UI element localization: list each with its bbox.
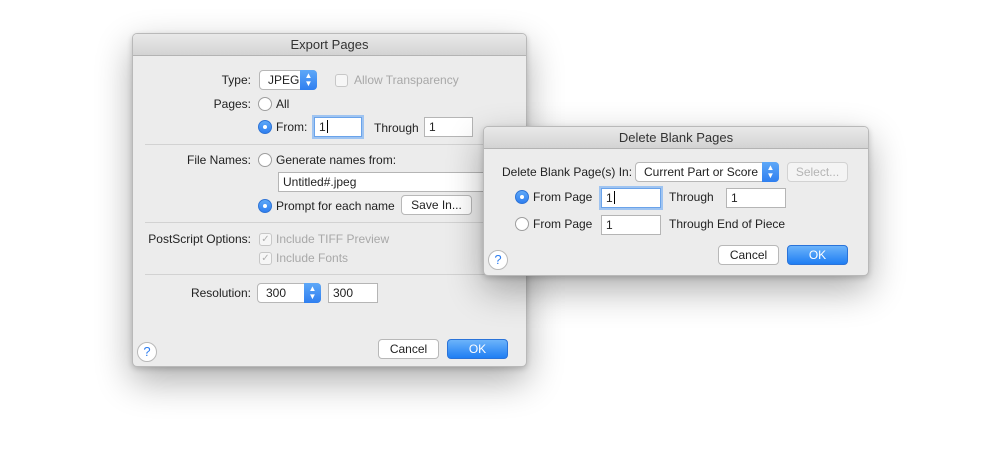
resolution-field[interactable]: 300: [328, 283, 378, 303]
from-page-label-2: From Page: [533, 217, 593, 231]
delete-in-label: Delete Blank Page(s) In:: [502, 165, 633, 179]
type-label: Type:: [221, 73, 251, 87]
cancel-button[interactable]: Cancel: [378, 339, 439, 359]
generate-names-label: Generate names from:: [276, 153, 397, 167]
prompt-each-name-radio[interactable]: [258, 199, 272, 213]
allow-transparency-checkbox[interactable]: [335, 74, 348, 87]
popup-arrows-icon: ▲ ▼: [300, 70, 317, 90]
select-button[interactable]: Select...: [787, 162, 848, 182]
include-fonts-checkbox[interactable]: ✓: [259, 252, 272, 265]
from-page-radio-2[interactable]: [515, 217, 529, 231]
through-end-label: Through End of Piece: [669, 217, 786, 231]
from-page-field-2[interactable]: 1: [601, 215, 661, 235]
postscript-options-label: PostScript Options:: [148, 232, 251, 246]
through-label: Through: [669, 190, 714, 204]
text-caret: [613, 191, 615, 204]
help-icon[interactable]: ?: [137, 342, 157, 362]
file-names-label: File Names:: [186, 153, 251, 167]
include-fonts-label: Include Fonts: [276, 251, 349, 265]
generate-names-radio[interactable]: [258, 153, 272, 167]
popup-arrows-icon: ▲ ▼: [762, 162, 779, 182]
pages-from-value: 1: [319, 120, 326, 134]
help-icon[interactable]: ?: [488, 250, 508, 270]
type-popup-value: JPEG: [268, 73, 300, 87]
from-page-label-1: From Page: [533, 190, 593, 204]
from-page-field-1[interactable]: 1: [601, 188, 661, 208]
include-tiff-checkbox[interactable]: ✓: [259, 233, 272, 246]
type-popup[interactable]: JPEG ▲ ▼: [259, 70, 317, 90]
pages-from-label: From:: [276, 120, 308, 134]
pages-label: Pages:: [213, 97, 251, 111]
ok-button[interactable]: OK: [447, 339, 508, 359]
text-caret: [326, 120, 328, 133]
ok-button[interactable]: OK: [787, 245, 848, 265]
resolution-popup[interactable]: 300 ▲ ▼: [257, 283, 321, 303]
delete-in-popup[interactable]: Current Part or Score ▲ ▼: [635, 162, 779, 182]
pages-from-field[interactable]: 1: [314, 117, 362, 137]
save-in-button[interactable]: Save In...: [401, 195, 472, 215]
resolution-label: Resolution:: [190, 286, 251, 300]
delete-in-popup-value: Current Part or Score: [644, 165, 759, 179]
through-field[interactable]: 1: [726, 188, 786, 208]
pages-all-label: All: [276, 97, 290, 111]
export-pages-dialog: Export Pages Type: JPEG ▲ ▼ Allow Transpa…: [132, 33, 527, 367]
from-page-radio-1[interactable]: [515, 190, 529, 204]
pages-all-radio[interactable]: [258, 97, 272, 111]
checkmark-icon: ✓: [261, 234, 270, 245]
delete-blank-pages-dialog: Delete Blank Pages Delete Blank Page(s) …: [483, 126, 869, 276]
popup-arrows-icon: ▲ ▼: [304, 283, 321, 303]
separator: [145, 222, 526, 223]
cancel-button[interactable]: Cancel: [718, 245, 779, 265]
allow-transparency-label: Allow Transparency: [354, 73, 459, 87]
resolution-popup-value: 300: [266, 286, 287, 300]
separator: [145, 144, 526, 145]
pages-through-field[interactable]: 1: [424, 117, 473, 137]
separator: [145, 274, 514, 275]
include-tiff-label: Include TIFF Preview: [276, 232, 390, 246]
delete-blank-pages-title: Delete Blank Pages: [484, 127, 868, 149]
from-page-value-1: 1: [606, 191, 613, 205]
pages-through-label: Through: [374, 121, 419, 135]
checkmark-icon: ✓: [261, 253, 270, 264]
prompt-each-name-label: Prompt for each name: [276, 199, 395, 213]
pages-from-radio[interactable]: [258, 120, 272, 134]
export-pages-title: Export Pages: [133, 34, 526, 56]
